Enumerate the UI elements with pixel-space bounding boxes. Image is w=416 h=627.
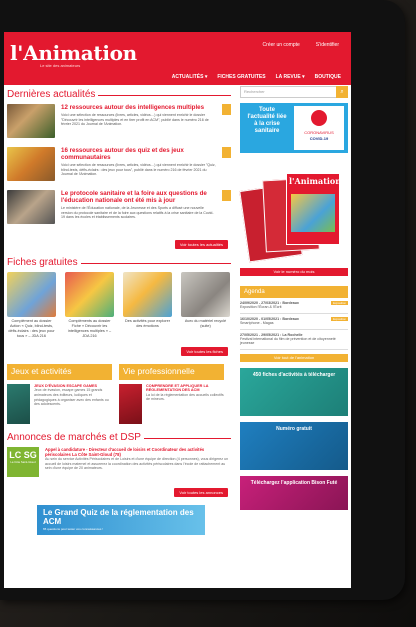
vie-box: Vie professionnelle COMPRENDRE ET APPLIQ… [119,364,224,424]
news-item[interactable]: 16 ressources autour des quiz et des jeu… [7,147,231,183]
site-logo[interactable]: l'Animation [10,41,137,65]
fiches-list: Complément au dossier Action « Quiz, bli… [7,272,231,339]
fiche-image[interactable] [123,272,172,317]
quiz-banner[interactable]: Le Grand Quiz de la réglementation des A… [37,505,205,535]
site-tagline: Le site des animateurs [40,63,81,68]
news-thumbnail[interactable] [7,104,55,138]
search-icon[interactable]: ⌕ [336,86,348,98]
agenda-button[interactable]: Voir tout de l'animation [240,353,348,362]
covid-text: Toute l'actualité liée à la crise sanita… [247,107,287,134]
news-thumbnail[interactable] [7,147,55,181]
main-column: Dernières actualités 12 ressources autou… [7,86,231,535]
feature-boxes: Jeux et activités JEUX D'ÉVASION ESCAPE … [7,364,231,424]
sidebar: Rechercher ⌕ Toute l'actualité liée à la… [239,86,348,510]
news-title[interactable]: 12 ressources autour des intelligences m… [61,104,216,111]
fiches-promo[interactable]: 450 fiches d'activités à télécharger [240,367,348,416]
jeux-title[interactable]: Jeux et activités [7,364,112,380]
covid-banner[interactable]: Toute l'actualité liée à la crise sanita… [240,103,348,153]
main-nav: ACTUALITÉS ▾ FICHES GRATUITES LA REVUE ▾… [4,70,351,85]
fiche-caption[interactable]: Des activités pour explorer des émotions [123,319,172,329]
browser-screen: l'Animation Le site des animateurs Créer… [4,32,351,588]
covid-visual: CORONAVIRUS COVID-19 [294,106,344,150]
news-text: Voici une sélection de ressources (livre… [61,163,216,177]
nav-actualites[interactable]: ACTUALITÉS ▾ [172,74,208,80]
news-thumbnail[interactable] [7,190,55,224]
jeux-book-text: Jeux de évasion, escape games 15 grands … [34,388,109,407]
all-news-button[interactable]: Voir toutes les actualités [174,240,228,249]
current-issue-button[interactable]: Voir le numéro du mois [240,268,348,276]
fiche-card[interactable]: Complément au dossier Action « Quiz, bli… [7,272,56,339]
news-title[interactable]: 16 ressources autour des quiz et des jeu… [61,147,216,161]
news-text: Le ministère de l'Éducation nationale, d… [61,206,214,220]
create-account-link[interactable]: Créer un compte [263,42,300,48]
vie-book-title[interactable]: COMPRENDRE ET APPLIQUER LA RÉGLEMENTATIO… [146,384,224,393]
fiche-caption[interactable]: Compléments au dossier Fiche « Découvrir… [65,319,114,339]
all-annonces-button[interactable]: Voir toutes les annonces [174,488,228,497]
agenda-title: Agenda [240,286,348,298]
agenda-event[interactable]: 16/10/2020 - 01/05/2021 : Bordeaux Smart… [240,314,348,330]
section-marches-title: Annonces de marchés et DSP [7,432,231,443]
marche-item[interactable]: LC SG La Côte Saint-Gloud Appel à candida… [7,447,231,477]
app-promo[interactable]: Téléchargez l'application Bison Futé [240,475,348,510]
nav-fiches[interactable]: FICHES GRATUITES [217,74,265,80]
vie-title[interactable]: Vie professionnelle [119,364,224,380]
lcsg-logo: LC SG La Côte Saint-Gloud [7,447,39,477]
account-links: Créer un compte S'identifier [263,42,339,48]
news-badge [222,104,231,115]
jeux-book-cover[interactable] [7,384,30,424]
nav-boutique[interactable]: BOUTIQUE [315,74,341,80]
agenda-event[interactable]: 27/05/2021 - 29/05/2021 : La Rochelle Fe… [240,330,348,350]
free-issue-promo[interactable]: Numéro gratuit [240,421,348,470]
news-badge [222,190,231,201]
fiche-card[interactable]: Avec du matériel recyclé (suite) [181,272,230,339]
login-link[interactable]: S'identifier [316,42,339,48]
nav-revue[interactable]: LA REVUE ▾ [276,74,305,80]
agenda-event[interactable]: 24/09/2020 - 27/03/2021 : Bordeaux Expos… [240,298,348,314]
fiche-card[interactable]: Compléments au dossier Fiche « Découvrir… [65,272,114,339]
section-fiches-title: Fiches gratuites [7,257,231,268]
fiche-image[interactable] [7,272,56,317]
all-fiches-button[interactable]: Voir toutes les fiches [181,347,228,356]
magazine-cover: l'Animation [286,173,341,245]
news-title[interactable]: Le protocole sanitaire et la foire aux q… [61,190,216,204]
news-item[interactable]: Le protocole sanitaire et la foire aux q… [7,190,231,226]
search-input[interactable]: Rechercher ⌕ [240,86,348,98]
fiche-image[interactable] [65,272,114,317]
fiche-image[interactable] [181,272,230,317]
vie-book-text: La loi de la réglementation des accueils… [146,392,224,402]
news-badge [222,147,231,158]
marche-title[interactable]: Appel à candidature - Directeur d'accuei… [45,447,231,457]
virus-icon [311,110,327,126]
news-text: Voici une sélection de ressources (livre… [61,113,209,127]
quiz-banner-sub: 65 questions pour tester vos connaissanc… [43,527,104,531]
fiche-caption[interactable]: Avec du matériel recyclé (suite) [181,319,230,329]
news-item[interactable]: 12 ressources autour des intelligences m… [7,104,231,140]
fiche-caption[interactable]: Complément au dossier Action « Quiz, bli… [7,319,56,339]
quiz-banner-title: Le Grand Quiz de la réglementation des A… [43,508,194,526]
section-actualites-title: Dernières actualités [7,89,231,100]
fiche-card[interactable]: Des activités pour explorer des émotions [123,272,172,339]
site-header: l'Animation Le site des animateurs Créer… [4,32,351,70]
vie-book-cover[interactable] [119,384,142,424]
magazine-covers[interactable]: l'Animation [239,173,348,265]
jeux-box: Jeux et activités JEUX D'ÉVASION ESCAPE … [7,364,112,424]
marche-text: Au sein du service Activités Périscolair… [45,457,229,471]
